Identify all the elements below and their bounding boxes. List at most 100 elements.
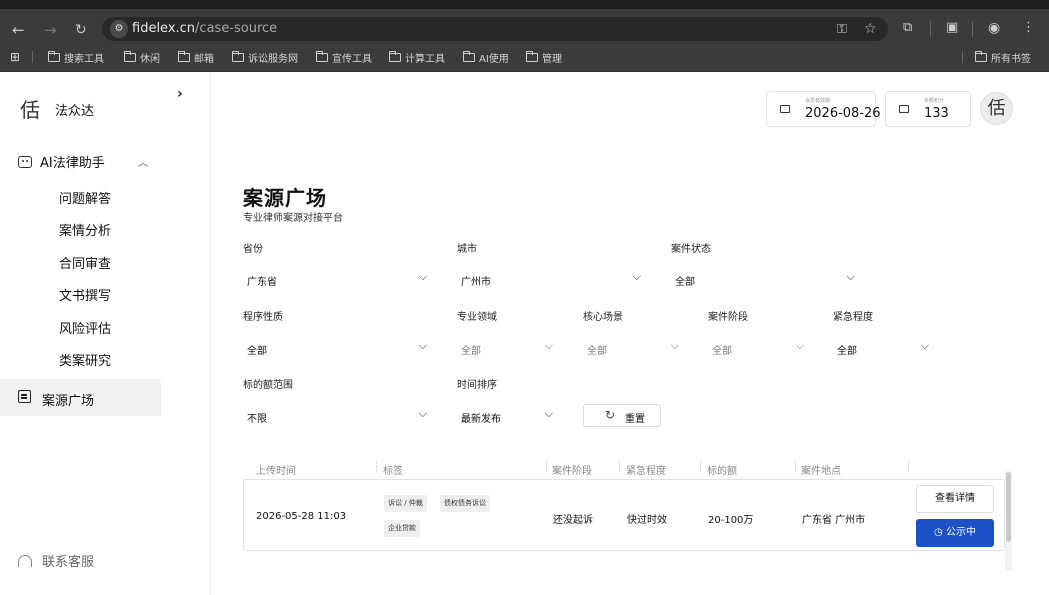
extensions-icon[interactable]: ⧉ [903,20,912,35]
select-value: 广州市 [461,277,491,288]
sidebar: 佸 法众达 AI法律助手 ︿ 问题解答 案情分析 合同审查 文书撰写 风险评估 … [0,72,161,595]
folder-icon [975,51,987,62]
bookmark-folder[interactable]: 宣传工具 [316,50,372,65]
bookmark-folder[interactable]: 休闲 [124,50,160,65]
cell-location: 广东省 广州市 [802,515,866,526]
filter-label-procedure: 程序性质 [243,312,283,323]
view-detail-button[interactable]: 查看详情 [916,485,994,513]
sidebar-item-similar-cases[interactable]: 类案研究 [59,350,111,369]
chevron-down-icon: ⌵ [544,339,553,352]
reset-button[interactable]: ↻ 重置 [583,404,661,427]
sidebar-item-qa[interactable]: 问题解答 [59,188,111,207]
forward-icon[interactable]: → [44,21,57,39]
case-status-select[interactable]: 全部 ⌵ [671,268,859,290]
case-square-icon [18,390,31,403]
chevron-down-icon: ⌵ [544,407,553,420]
bookmark-folder[interactable]: AI使用 [463,50,509,65]
case-tag: 诉讼 / 仲裁 [384,495,427,512]
select-value: 全部 [461,346,481,357]
filter-label-case-status: 案件状态 [671,244,711,255]
column-header-upload-time: 上传时间 [256,466,296,477]
membership-caption: 会员有效期 [805,98,831,104]
chevron-down-icon: ⌵ [418,270,427,283]
chevron-down-icon: ⌵ [920,339,929,352]
table-row: 2026-05-28 11:03 诉讼 / 仲裁 债权债务诉讼 企业贷款 还没起… [243,479,1005,551]
membership-date: 2026-08-26 [805,106,881,121]
field-select[interactable]: 全部 ⌵ [457,337,557,359]
cell-urgency: 快过时效 [627,515,667,526]
province-select[interactable]: 广东省 ⌵ [243,268,431,290]
reading-list-icon[interactable]: ▣ [946,20,958,35]
city-select[interactable]: 广州市 ⌵ [457,268,645,290]
robot-icon [18,155,32,168]
page-title: 案源广场 [243,186,327,210]
avatar[interactable]: 佸 [980,92,1013,125]
filter-label-stage: 案件阶段 [708,312,748,323]
chevron-down-icon: ⌵ [846,270,855,283]
select-value: 不限 [247,414,267,425]
sidebar-group-ai-assistant[interactable]: AI法律助手 [18,152,105,171]
select-value: 全部 [587,346,607,357]
column-separator [700,461,701,473]
select-value: 全部 [675,277,695,288]
menu-kebab-icon[interactable]: ⋮ [1022,20,1035,35]
contact-support[interactable]: 联系客服 [18,551,94,570]
back-icon[interactable]: ← [12,21,25,39]
bookmark-folder[interactable]: 管理 [526,50,562,65]
sidebar-item-risk-assessment[interactable]: 风险评估 [59,318,111,337]
sidebar-item-case-analysis[interactable]: 案情分析 [59,220,111,239]
procedure-select[interactable]: 全部 ⌵ [243,337,431,359]
all-bookmarks[interactable]: 所有书签 [975,50,1031,65]
calendar-icon [780,105,790,113]
stage-select[interactable]: 全部 ⌵ [708,337,808,359]
site-info-icon[interactable]: ⚙ [110,20,128,38]
scenario-select[interactable]: 全部 ⌵ [583,337,683,359]
bookmark-label: 邮箱 [194,54,214,65]
bookmark-star-icon[interactable]: ☆ [864,21,877,37]
bookmark-folder[interactable]: 邮箱 [178,50,214,65]
headset-icon [18,554,32,567]
toolbar-separator [930,21,931,37]
status-badge[interactable]: ◷ 公示中 [916,519,994,547]
address-bar[interactable]: ⚙ fidelex.cn/case-source ⚿ ☆ [102,17,888,41]
tab-strip [0,0,1049,9]
sort-select[interactable]: 最新发布 ⌵ [457,405,557,427]
bookmark-label: 计算工具 [405,54,445,65]
profile-icon[interactable]: ◉ [988,20,1000,36]
apps-grid-icon[interactable]: ⊞ [10,50,20,64]
bookmark-label: AI使用 [479,54,509,65]
brand-name: 法众达 [55,104,95,119]
folder-icon [316,51,328,62]
bookmark-folder[interactable]: 诉讼服务网 [232,50,298,65]
app-root: 佸 法众达 AI法律助手 ︿ 问题解答 案情分析 合同审查 文书撰写 风险评估 … [0,72,1049,595]
bookmarks-bar: ⊞ 搜索工具 休闲 邮箱 诉讼服务网 宣传工具 计算工具 AI使用 管理 所有书… [0,43,1049,72]
sidebar-item-document-drafting[interactable]: 文书撰写 [59,285,111,304]
filter-label-scenario: 核心场景 [583,312,623,323]
chevron-up-icon[interactable]: ︿ [138,154,148,169]
case-tag: 债权债务诉讼 [440,495,490,512]
amount-select[interactable]: 不限 ⌵ [243,405,431,427]
bookmark-folder[interactable]: 搜索工具 [48,50,104,65]
points-caption: 余额积分 [924,98,945,104]
urgency-select[interactable]: 全部 ⌵ [833,337,933,359]
bookmark-label: 休闲 [140,54,160,65]
clock-icon: ◷ [934,527,943,538]
reload-icon[interactable]: ↻ [75,21,87,39]
sidebar-item-contract-review[interactable]: 合同审查 [59,253,111,272]
filter-label-sort: 时间排序 [457,380,497,391]
chevron-right-icon[interactable]: › [177,86,183,102]
select-value: 全部 [247,346,267,357]
bookmark-label: 搜索工具 [64,54,104,65]
table-scrollbar-thumb[interactable] [1006,472,1011,542]
select-value: 最新发布 [461,414,501,425]
case-tag: 企业贷款 [384,520,420,537]
filter-label-field: 专业领域 [457,312,497,323]
cell-amount: 20-100万 [708,515,754,526]
filter-label-amount: 标的额范围 [243,380,293,391]
bookmark-folder[interactable]: 计算工具 [389,50,445,65]
sidebar-item-case-square[interactable]: 案源广场 [0,379,161,416]
password-key-icon[interactable]: ⚿ [837,22,847,37]
folder-icon [526,51,538,62]
column-separator [546,461,547,473]
bookmark-separator [962,51,963,63]
